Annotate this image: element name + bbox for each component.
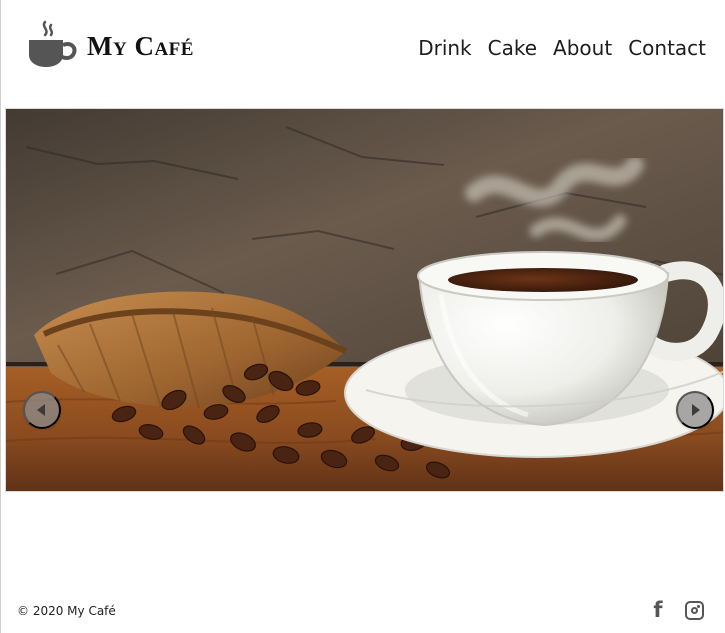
instagram-link[interactable]	[683, 599, 705, 621]
carousel-previous-button[interactable]	[23, 391, 61, 429]
chevron-left-icon	[37, 404, 45, 416]
chevron-right-icon	[692, 404, 700, 416]
site-title: My Café	[87, 30, 194, 61]
coffee-hero-image	[6, 109, 723, 491]
nav-cake[interactable]: Cake	[488, 34, 537, 62]
brand-logo[interactable]: My Café	[25, 14, 194, 74]
copyright-text: © 2020 My Café	[17, 604, 116, 618]
hero-carousel	[5, 108, 724, 492]
main-navigation: Drink Cake About Contact	[418, 34, 706, 62]
coffee-cup-icon	[25, 18, 77, 70]
nav-about[interactable]: About	[553, 34, 612, 62]
nav-contact[interactable]: Contact	[628, 34, 706, 62]
facebook-link[interactable]: f	[647, 599, 669, 621]
site-footer: © 2020 My Café f	[1, 590, 725, 633]
instagram-icon	[684, 600, 704, 620]
social-links: f	[647, 599, 705, 621]
site-header: My Café Drink Cake About Contact	[1, 0, 725, 98]
nav-drink[interactable]: Drink	[418, 34, 471, 62]
facebook-icon: f	[653, 598, 663, 622]
carousel-next-button[interactable]	[676, 391, 714, 429]
cafe-homepage: My Café Drink Cake About Contact © 2020 …	[0, 0, 725, 633]
